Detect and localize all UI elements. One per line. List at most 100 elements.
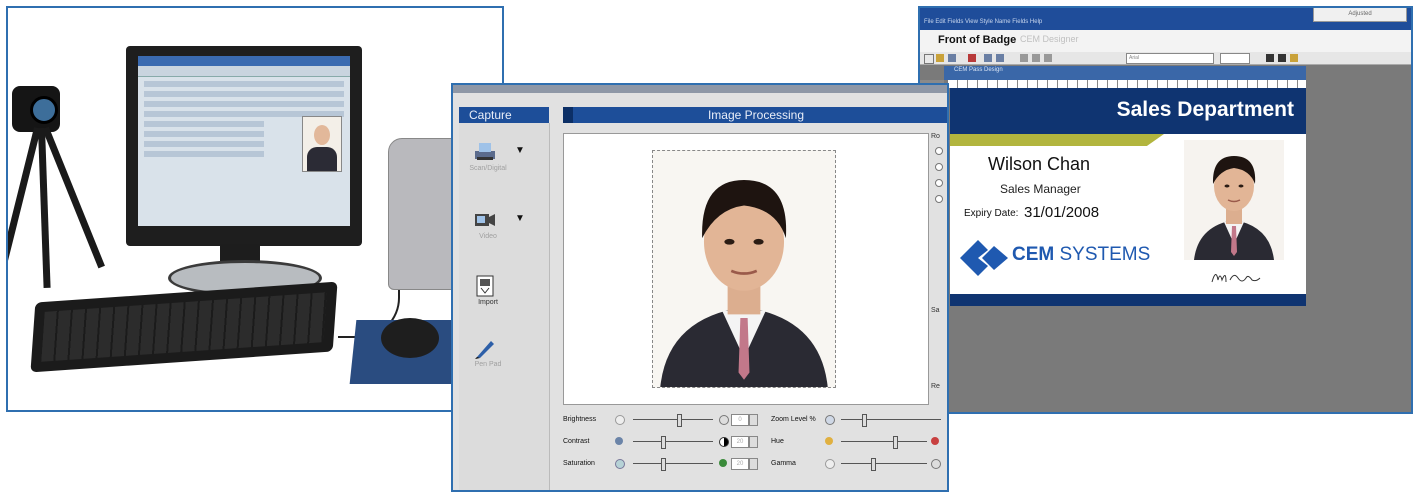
monitor-portrait [302, 116, 342, 172]
gamma-label: Gamma [771, 460, 796, 467]
badge-designer-window: File Edit Fields View Style Name Fields … [918, 6, 1413, 414]
image-canvas[interactable] [563, 133, 929, 405]
brightness-row: Brightness 0 Zoom Level % [563, 413, 947, 427]
dropdown-arrow-icon[interactable]: ▼ [515, 213, 525, 224]
portrait-image [1184, 140, 1284, 260]
dropdown-arrow-icon[interactable]: ▼ [515, 145, 525, 156]
pass-design-title: CEM Pass Design [954, 67, 1003, 73]
scanner-icon [475, 143, 495, 160]
new-icon[interactable] [924, 54, 934, 64]
captured-photo[interactable] [652, 150, 836, 388]
video-button[interactable]: ▼ Video [463, 209, 543, 269]
zoom-label: Zoom Level % [771, 416, 816, 423]
tripod-leg [8, 127, 41, 275]
contrast-spinner[interactable] [749, 436, 758, 448]
brightness-track[interactable] [633, 419, 713, 420]
designer-tab[interactable]: CEM Designer [1020, 34, 1079, 44]
monitor-screen [138, 56, 350, 226]
contrast-high-icon [719, 437, 729, 447]
badge-role[interactable]: Sales Manager [1000, 182, 1081, 196]
designer-title: Front of Badge [938, 34, 1017, 46]
cem-logo-bold: CEM [1012, 244, 1055, 265]
contrast-row: Contrast 20 Hue [563, 435, 947, 449]
pen-pad-button[interactable]: Pen Pad [463, 337, 543, 397]
badge-photo[interactable] [1184, 140, 1284, 260]
gamma-slider[interactable] [871, 458, 877, 471]
designer-menubar[interactable]: File Edit Fields View Style Name Fields … [920, 8, 1411, 30]
cem-logo-rest: SYSTEMS [1054, 244, 1151, 265]
tripod-leg [38, 127, 51, 289]
bold-icon[interactable] [1020, 54, 1028, 62]
cut-icon[interactable] [968, 54, 976, 62]
saturation-track[interactable] [633, 463, 713, 464]
brightness-label: Brightness [563, 416, 597, 423]
import-button[interactable]: Import [463, 275, 543, 335]
saturation-value[interactable]: 20 [731, 458, 749, 470]
font-select[interactable]: Arial [1126, 53, 1214, 64]
sun-dim-icon [615, 415, 625, 425]
hue-track[interactable] [841, 441, 927, 442]
gamma-track[interactable] [841, 463, 927, 464]
pen-pad-label: Pen Pad [474, 361, 502, 368]
portrait-image [653, 151, 835, 387]
rotate-radio[interactable] [935, 163, 943, 171]
brightness-value[interactable]: 0 [731, 414, 749, 426]
hue-low-icon [825, 437, 833, 445]
video-camera-icon [475, 214, 495, 226]
video-label: Video [479, 233, 497, 240]
capture-tool-panel: ▼ Scan/Digital ▼ Video Import Pen Pad [459, 123, 550, 490]
color-icon[interactable] [1290, 54, 1298, 62]
grid-icon[interactable] [1266, 54, 1274, 62]
badge-footer-band [950, 294, 1306, 306]
saturation-spinner[interactable] [749, 458, 758, 470]
badge-expiry-value[interactable]: 31/01/2008 [1024, 204, 1099, 221]
zoom-track[interactable] [841, 419, 941, 420]
capture-header: Capture [459, 107, 549, 123]
image-capture-window: Capture ▼ Scan/Digital ▼ Video Import Pe… [451, 83, 949, 492]
rotate-radio[interactable] [935, 147, 943, 155]
image-processing-header: Image Processing [563, 107, 947, 123]
font-size-select[interactable] [1220, 53, 1250, 64]
saturation-slider[interactable] [661, 458, 666, 471]
badge-accent-stripe [950, 134, 1164, 146]
capture-titlebar [453, 85, 947, 93]
rotate-panel: Ro Sa Re [929, 133, 947, 433]
underline-icon[interactable] [1044, 54, 1052, 62]
contrast-slider[interactable] [661, 436, 666, 449]
paste-icon[interactable] [996, 54, 1004, 62]
badge-department[interactable]: Sales Department [1117, 98, 1294, 122]
save-icon[interactable] [948, 54, 956, 62]
cem-logo-text: CEM SYSTEMS [1012, 244, 1150, 266]
designer-status-box: Adjusted [1313, 8, 1407, 22]
saturation-row: Saturation 20 Gamma [563, 457, 947, 471]
italic-icon[interactable] [1032, 54, 1040, 62]
brightness-spinner[interactable] [749, 414, 758, 426]
rotate-radio[interactable] [935, 179, 943, 187]
scan-digital-label: Scan/Digital [469, 165, 507, 172]
hue-slider[interactable] [892, 436, 898, 449]
badge-expiry-label[interactable]: Expiry Date: [964, 208, 1018, 219]
badge-card[interactable]: Sales Department Wilson Chan Sales Manag… [950, 88, 1306, 306]
import-icon [476, 275, 494, 297]
badge-name[interactable]: Wilson Chan [988, 154, 1090, 175]
saturation-high-icon [719, 459, 727, 467]
sun-bright-icon [719, 415, 729, 425]
rotate-radio[interactable] [935, 195, 943, 203]
brightness-slider[interactable] [677, 414, 682, 427]
contrast-value[interactable]: 20 [731, 436, 749, 448]
scan-digital-button[interactable]: ▼ Scan/Digital [463, 141, 543, 201]
pen-icon [475, 341, 494, 359]
monitor [126, 46, 362, 246]
saturation-label: Saturation [563, 460, 595, 467]
keyboard [30, 281, 338, 373]
zoom-slider[interactable] [862, 414, 867, 427]
contrast-track[interactable] [633, 441, 713, 442]
copy-icon[interactable] [984, 54, 992, 62]
mouse [381, 318, 439, 358]
hue-label: Hue [771, 438, 784, 445]
layer-icon[interactable] [1278, 54, 1286, 62]
designer-menu[interactable]: File Edit Fields View Style Name Fields … [924, 19, 1042, 25]
open-icon[interactable] [936, 54, 944, 62]
save-label: Sa [931, 307, 940, 314]
hue-high-icon [931, 437, 939, 445]
